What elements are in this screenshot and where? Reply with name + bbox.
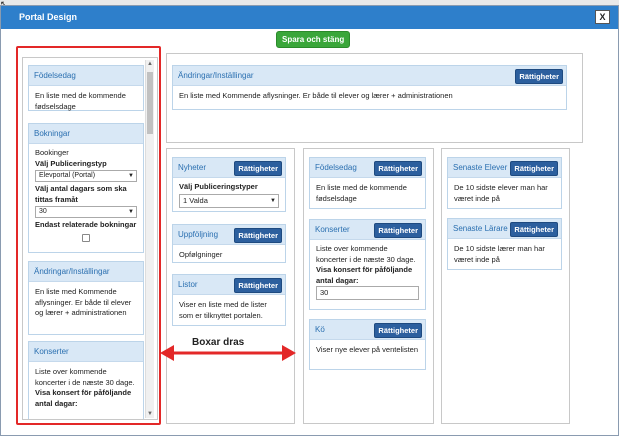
rights-button[interactable]: Rättigheter	[234, 161, 282, 176]
pub-types-label: Välj Publiceringstyper	[179, 182, 258, 191]
widget-description: Viser nye elever på ventelisten	[316, 345, 419, 354]
widget-title: Kö	[315, 325, 325, 334]
widget-senaste-elever[interactable]: Senaste Elever Rättigheter De 10 sidste …	[447, 157, 562, 209]
widget-header[interactable]: Kö Rättigheter	[310, 320, 425, 340]
widget-uppfoljning[interactable]: Uppföljning Rättigheter Opfølgninger	[172, 224, 286, 263]
widget-fodelsedag[interactable]: Födelsedag Rättigheter En liste med de k…	[309, 157, 426, 209]
widget-header[interactable]: Ändringar/Inställingar Rättigheter	[173, 66, 566, 86]
drop-column-3[interactable]: Senaste Elever Rättigheter De 10 sidste …	[441, 148, 570, 424]
rights-button[interactable]: Rättigheter	[510, 222, 558, 237]
widget-description: Viser en liste med de lister som er tilk…	[179, 300, 267, 320]
widget-description: De 10 sidste elever man har været inde p…	[454, 183, 548, 203]
annotation-label: Boxar dras	[192, 337, 245, 348]
rights-button[interactable]: Rättigheter	[374, 223, 422, 238]
dialog-title: Portal Design	[19, 12, 78, 22]
rights-button[interactable]: Rättigheter	[374, 323, 422, 338]
widget-andringar-top[interactable]: Ändringar/Inställingar Rättigheter En li…	[172, 65, 567, 110]
widget-senaste-larare[interactable]: Senaste Lärare Rättigheter De 10 sidste …	[447, 218, 562, 270]
dialog-titlebar: Portal Design X	[1, 6, 618, 29]
widget-description: Opfølgninger	[179, 250, 223, 259]
rights-button[interactable]: Rättigheter	[234, 278, 282, 293]
widget-header[interactable]: Konserter Rättigheter	[310, 220, 425, 240]
rights-button[interactable]: Rättigheter	[234, 228, 282, 243]
rights-button[interactable]: Rättigheter	[374, 161, 422, 176]
drop-column-2[interactable]: Födelsedag Rättigheter En liste med de k…	[303, 148, 434, 424]
widget-nyheter[interactable]: Nyheter Rättigheter Välj Publiceringstyp…	[172, 157, 286, 212]
widget-header[interactable]: Senaste Lärare Rättigheter	[448, 219, 561, 239]
widget-description: Liste over kommende koncerter i de næste…	[316, 244, 416, 264]
widget-title: Konserter	[315, 225, 350, 234]
concert-days-label: Visa konsert för påföljande antal dagar:	[316, 265, 413, 285]
widget-description: En liste med de kommende fødselsdage	[316, 183, 407, 203]
widget-description: En liste med Kommende aflysninger. Er bå…	[179, 91, 453, 100]
top-drop-zone[interactable]: Ändringar/Inställingar Rättigheter En li…	[166, 53, 583, 143]
widget-header[interactable]: Senaste Elever Rättigheter	[448, 158, 561, 178]
widget-header[interactable]: Födelsedag Rättigheter	[310, 158, 425, 178]
save-and-close-button[interactable]: Spara och stäng	[276, 31, 351, 48]
widget-title: Nyheter	[178, 163, 207, 172]
widget-header[interactable]: Nyheter Rättigheter	[173, 158, 285, 178]
rights-button[interactable]: Rättigheter	[510, 161, 558, 176]
concert-days-input[interactable]: 30	[316, 286, 419, 300]
widget-header[interactable]: Uppföljning Rättigheter	[173, 225, 285, 245]
close-button[interactable]: X	[595, 10, 610, 24]
widget-description: De 10 sidste lærer man har været inde på	[454, 244, 545, 264]
rights-button[interactable]: Rättigheter	[515, 69, 563, 84]
pub-types-select[interactable]: 1 Valda ▼	[179, 193, 279, 208]
widget-konserter[interactable]: Konserter Rättigheter Liste over kommend…	[309, 219, 426, 310]
widget-header[interactable]: Listor Rättigheter	[173, 275, 285, 295]
widget-title: Senaste Lärare	[453, 224, 508, 233]
drop-column-1[interactable]: Nyheter Rättigheter Välj Publiceringstyp…	[166, 148, 295, 424]
widget-title: Uppföljning	[178, 230, 219, 239]
highlight-frame	[16, 46, 161, 425]
widget-title: Födelsedag	[315, 163, 357, 172]
widget-ko[interactable]: Kö Rättigheter Viser nye elever på vente…	[309, 319, 426, 370]
widget-listor[interactable]: Listor Rättigheter Viser en liste med de…	[172, 274, 286, 326]
chevron-down-icon: ▼	[270, 197, 276, 204]
widget-title: Senaste Elever	[453, 163, 508, 172]
widget-title: Listor	[178, 280, 198, 289]
widget-title: Ändringar/Inställingar	[178, 71, 254, 80]
